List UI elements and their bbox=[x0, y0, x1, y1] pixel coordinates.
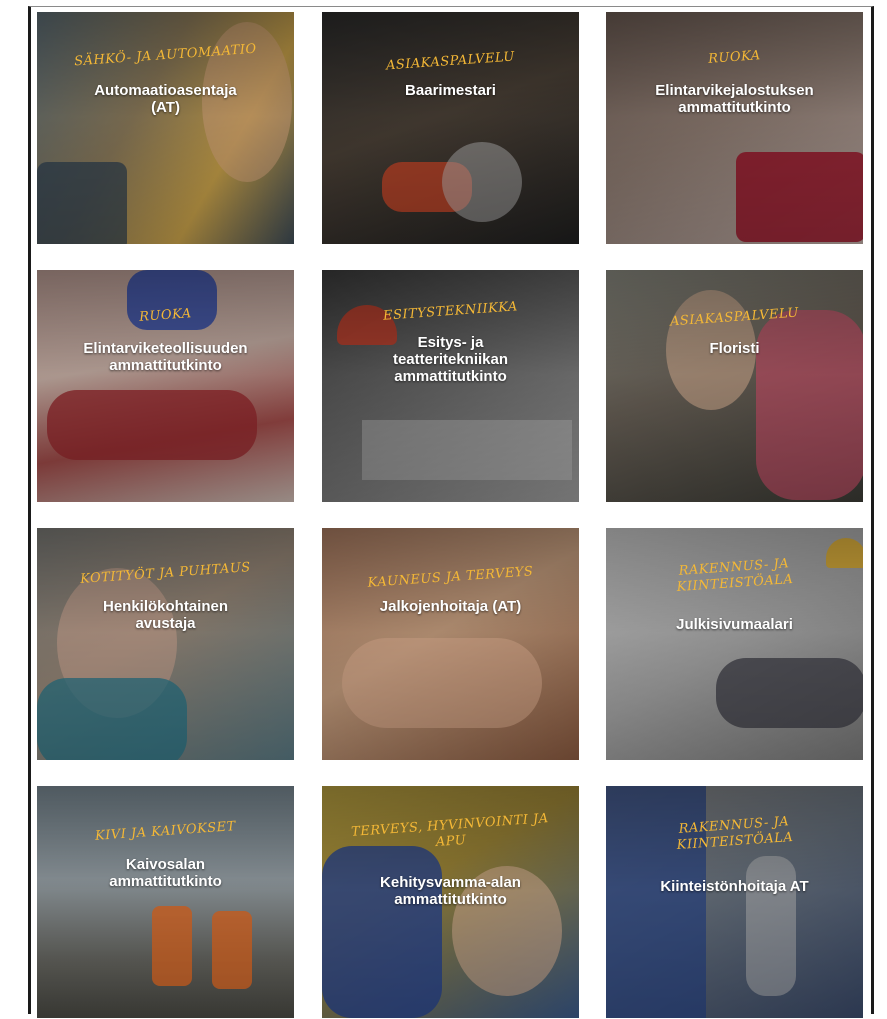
tile-title: Elintarviketeollisuuden ammattitutkinto bbox=[83, 340, 248, 374]
tile-automaatioasentaja[interactable]: Sähkö- ja automaatio Automaatioasentaja … bbox=[37, 12, 294, 244]
tile-elintarvikejalostus[interactable]: Ruoka Elintarvikejalostuksen ammattitutk… bbox=[606, 12, 863, 244]
tile-title: Automaatioasentaja (AT) bbox=[94, 82, 237, 116]
tile-title: Baarimestari bbox=[405, 82, 496, 99]
tile-floristi[interactable]: Asiakaspalvelu Floristi bbox=[606, 270, 863, 502]
tile-baarimestari[interactable]: Asiakaspalvelu Baarimestari bbox=[322, 12, 579, 244]
tile-title: Julkisivumaalari bbox=[676, 616, 793, 633]
tile-title: Kiinteistönhoitaja AT bbox=[660, 878, 809, 895]
tile-kehitysvamma-ala[interactable]: Terveys, hyvinvointi ja apu Kehitysvamma… bbox=[322, 786, 579, 1018]
tile-title: Kaivosalan ammattitutkinto bbox=[109, 856, 222, 890]
tile-jalkojenhoitaja[interactable]: Kauneus ja terveys Jalkojenhoitaja (AT) bbox=[322, 528, 579, 760]
tile-julkisivumaalari[interactable]: Rakennus- ja kiinteistöala Julkisivumaal… bbox=[606, 528, 863, 760]
tile-title: Floristi bbox=[709, 340, 760, 357]
tile-henkilokohtainen-avustaja[interactable]: Kotityöt ja puhtaus Henkilökohtainen avu… bbox=[37, 528, 294, 760]
tile-kiinteistonhoitaja[interactable]: Rakennus- ja kiinteistöala Kiinteistönho… bbox=[606, 786, 863, 1018]
tile-kaivosala[interactable]: Kivi ja kaivokset Kaivosalan ammattitutk… bbox=[37, 786, 294, 1018]
tile-title: Kehitysvamma-alan ammattitutkinto bbox=[380, 874, 521, 908]
tile-title: Henkilökohtainen avustaja bbox=[102, 598, 229, 632]
tile-elintarviketeollisuus[interactable]: Ruoka Elintarviketeollisuuden ammattitut… bbox=[37, 270, 294, 502]
tile-title: Jalkojenhoitaja (AT) bbox=[379, 598, 522, 615]
tile-title: Esitys- ja teatteritekniikan ammattitutk… bbox=[392, 334, 509, 385]
tile-esitystekniikka[interactable]: Esitystekniikka Esitys- ja teatteritekni… bbox=[322, 270, 579, 502]
occupation-grid: Sähkö- ja automaatio Automaatioasentaja … bbox=[37, 12, 863, 1018]
tile-title: Elintarvikejalostuksen ammattitutkinto bbox=[655, 82, 814, 116]
